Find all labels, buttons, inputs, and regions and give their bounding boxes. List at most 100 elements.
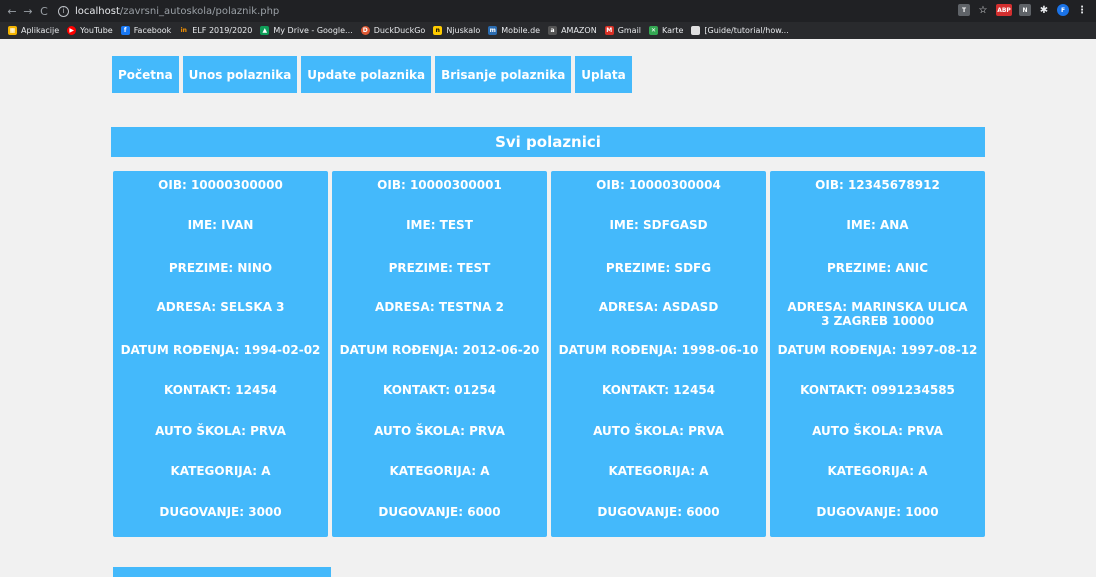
menu-update-polaznika[interactable]: Update polaznika — [301, 56, 432, 93]
bookmark-label: Njuskalo — [446, 26, 481, 35]
bookmarks-bar: ▦ Aplikacije ▶ YouTube f Facebook in ELF… — [0, 22, 1096, 39]
student-kategorija: KATEGORIJA: A — [608, 464, 709, 478]
menu-uplata[interactable]: Uplata — [575, 56, 632, 93]
students-grid: OIB: 10000300000 IME: IVAN PREZIME: NINO… — [113, 171, 985, 537]
student-auto-skola: AUTO ŠKOLA: PRVA — [155, 424, 286, 438]
student-auto-skola: AUTO ŠKOLA: PRVA — [812, 424, 943, 438]
student-card: OIB: 12345678912 IME: ANA PREZIME: ANIC … — [770, 171, 985, 537]
student-datum-rodenja: DATUM ROĐENJA: 1997-08-12 — [777, 343, 978, 357]
bookmark-label: Karte — [662, 26, 684, 35]
bookmark-njuskalo[interactable]: n Njuskalo — [433, 26, 480, 35]
main-menu: Početna Unos polaznika Update polaznika … — [112, 56, 632, 93]
student-dugovanje: DUGOVANJE: 6000 — [597, 505, 720, 519]
student-prezime: PREZIME: NINO — [168, 261, 273, 275]
student-dugovanje: DUGOVANJE: 6000 — [378, 505, 501, 519]
apps-icon: ▦ — [8, 26, 17, 35]
info-icon[interactable]: i — [58, 5, 69, 17]
bookmark-gmail[interactable]: M Gmail — [604, 26, 642, 35]
page-scrollbar[interactable] — [1090, 39, 1096, 575]
bookmark-mobilede[interactable]: m Mobile.de — [488, 26, 540, 35]
student-datum-rodenja: DATUM ROĐENJA: 2012-06-20 — [339, 343, 540, 357]
maps-icon: ✕ — [649, 26, 659, 35]
bookmark-guide[interactable]: [Guide/tutorial/how... — [691, 26, 789, 35]
bookmark-label: [Guide/tutorial/how... — [704, 26, 789, 35]
bookmark-label: Facebook — [133, 26, 172, 35]
star-icon[interactable]: ☆ — [977, 4, 989, 16]
student-dugovanje: DUGOVANJE: 1000 — [816, 505, 939, 519]
mobilede-icon: m — [488, 26, 498, 35]
student-kategorija: KATEGORIJA: A — [389, 464, 490, 478]
gmail-icon: M — [604, 26, 614, 35]
adblock-icon[interactable]: ABP — [996, 4, 1012, 16]
bookmark-youtube[interactable]: ▶ YouTube — [67, 26, 113, 35]
student-card: OIB: 10000300000 IME: IVAN PREZIME: NINO… — [113, 171, 328, 537]
puzzle-icon[interactable]: ✱ — [1038, 4, 1050, 16]
student-adresa: ADRESA: ASDASD — [598, 300, 719, 314]
student-dugovanje: DUGOVANJE: 3000 — [159, 505, 282, 519]
bookmark-karte[interactable]: ✕ Karte — [649, 26, 683, 35]
bottom-panel — [113, 567, 331, 577]
elf-icon: in — [180, 27, 187, 34]
translate-icon[interactable]: T — [958, 4, 970, 16]
bookmark-amazon[interactable]: a AMAZON — [548, 26, 597, 35]
bookmark-elf[interactable]: in ELF 2019/2020 — [179, 26, 253, 35]
bookmark-label: YouTube — [80, 26, 113, 35]
bookmark-label: My Drive - Google... — [273, 26, 353, 35]
bookmark-label: Aplikacije — [21, 26, 60, 35]
student-adresa: ADRESA: SELSKA 3 — [156, 300, 285, 314]
student-kontakt: KONTAKT: 12454 — [163, 383, 278, 397]
drive-icon: ▲ — [260, 26, 270, 35]
profile-avatar[interactable]: F — [1057, 4, 1069, 16]
student-oib: OIB: 10000300004 — [596, 178, 721, 192]
student-datum-rodenja: DATUM ROĐENJA: 1994-02-02 — [120, 343, 321, 357]
student-auto-skola: AUTO ŠKOLA: PRVA — [374, 424, 505, 438]
student-card: OIB: 10000300004 IME: SDFGASD PREZIME: S… — [551, 171, 766, 537]
student-ime: IME: TEST — [406, 218, 473, 232]
menu-brisanje-polaznika[interactable]: Brisanje polaznika — [435, 56, 572, 93]
student-ime: IME: SDFGASD — [609, 218, 708, 232]
bookmark-aplikacije[interactable]: ▦ Aplikacije — [8, 26, 59, 35]
student-oib: OIB: 12345678912 — [815, 178, 940, 192]
bookmark-label: AMAZON — [561, 26, 597, 35]
student-datum-rodenja: DATUM ROĐENJA: 1998-06-10 — [558, 343, 759, 357]
back-icon[interactable]: ← — [4, 5, 20, 18]
student-oib: OIB: 10000300001 — [377, 178, 502, 192]
menu-unos-polaznika[interactable]: Unos polaznika — [182, 56, 298, 93]
student-prezime: PREZIME: SDFG — [605, 261, 712, 275]
student-kategorija: KATEGORIJA: A — [170, 464, 271, 478]
student-auto-skola: AUTO ŠKOLA: PRVA — [593, 424, 724, 438]
student-oib: OIB: 10000300000 — [158, 178, 283, 192]
extension-icon[interactable]: N — [1019, 4, 1031, 16]
student-ime: IME: ANA — [846, 218, 909, 232]
bookmark-facebook[interactable]: f Facebook — [120, 26, 172, 35]
student-adresa: ADRESA: MARINSKA ULICA 3 ZAGREB 10000 — [787, 300, 968, 328]
url-path: /zavrsni_autoskola/polaznik.php — [119, 5, 280, 17]
student-card: OIB: 10000300001 IME: TEST PREZIME: TEST… — [332, 171, 547, 537]
address-bar[interactable]: i localhost/zavrsni_autoskola/polaznik.p… — [58, 5, 280, 17]
menu-icon[interactable]: ⋮ — [1076, 4, 1088, 16]
bookmark-label: Mobile.de — [501, 26, 541, 35]
amazon-icon: a — [548, 26, 558, 35]
student-kategorija: KATEGORIJA: A — [827, 464, 928, 478]
bookmark-label: Gmail — [617, 26, 642, 35]
bookmark-drive[interactable]: ▲ My Drive - Google... — [260, 26, 353, 35]
url-host: localhost — [75, 5, 120, 17]
student-kontakt: KONTAKT: 01254 — [382, 383, 497, 397]
guide-icon — [691, 26, 701, 35]
section-title: Svi polaznici — [111, 127, 985, 157]
reload-icon[interactable]: C — [36, 5, 52, 18]
student-prezime: PREZIME: ANIC — [826, 261, 929, 275]
facebook-icon: f — [120, 26, 130, 35]
student-kontakt: KONTAKT: 0991234585 — [800, 383, 955, 397]
student-kontakt: KONTAKT: 12454 — [601, 383, 716, 397]
student-prezime: PREZIME: TEST — [388, 261, 491, 275]
menu-pocetna[interactable]: Početna — [112, 56, 179, 93]
youtube-icon: ▶ — [67, 26, 77, 35]
bookmark-duckduckgo[interactable]: D DuckDuckGo — [360, 26, 425, 35]
njuskalo-icon: n — [433, 26, 443, 35]
forward-icon[interactable]: → — [20, 5, 36, 18]
student-ime: IME: IVAN — [187, 218, 254, 232]
browser-toolbar: ← → C i localhost/zavrsni_autoskola/pola… — [0, 0, 1096, 22]
bookmark-label: ELF 2019/2020 — [192, 26, 253, 35]
duckduckgo-icon: D — [360, 26, 370, 35]
